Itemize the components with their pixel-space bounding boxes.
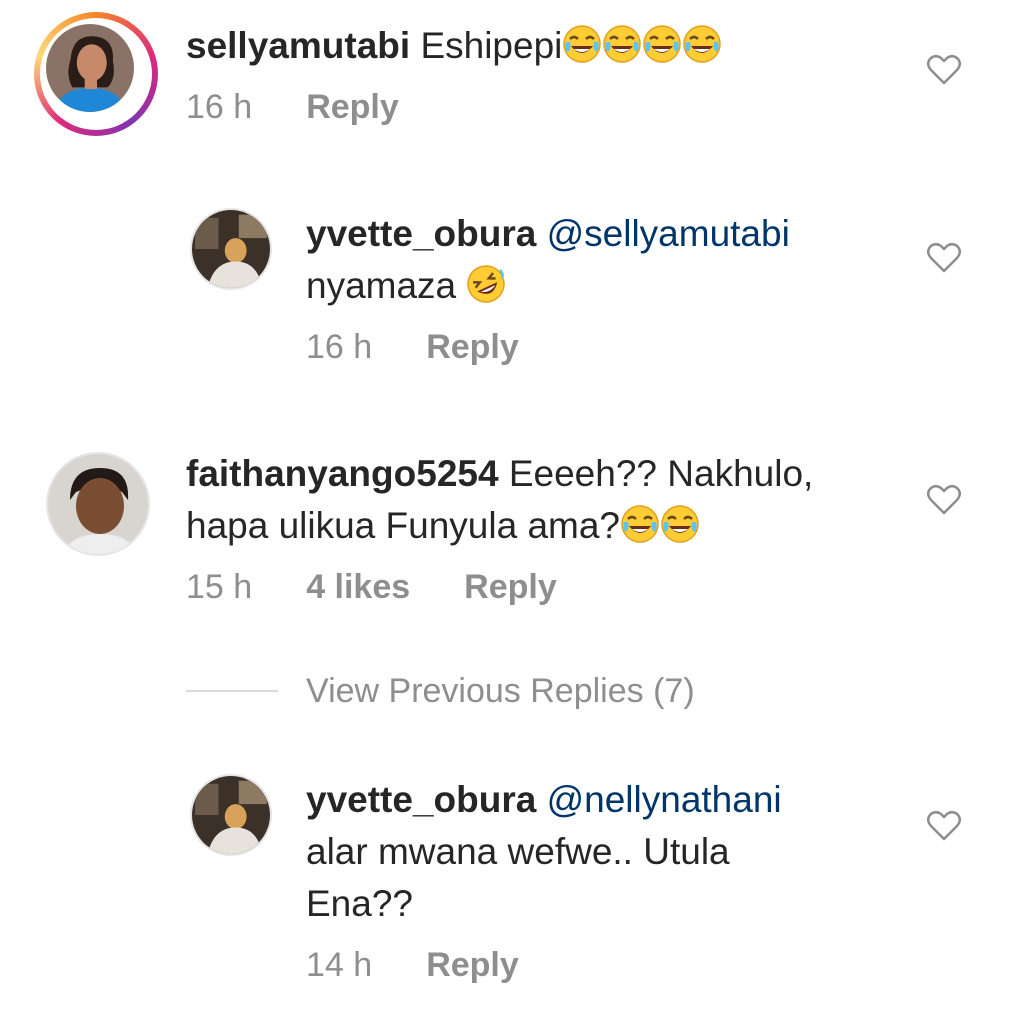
story-ring[interactable] [34,12,158,136]
comment-body: Eeeeh?? Nakhulo, [508,453,814,494]
face-with-tears-of-joy-icon [603,25,642,63]
view-previous-replies-button[interactable]: View Previous Replies (7) [306,672,695,711]
avatar[interactable] [190,774,272,856]
avatar[interactable] [46,24,134,112]
avatar[interactable] [46,452,150,556]
like-heart-icon[interactable] [926,810,962,842]
face-with-tears-of-joy-icon [661,505,699,543]
mention-link[interactable]: @nellynathani [547,779,782,820]
comment-meta: 14 h Reply [306,946,573,985]
comment-text: sellyamutabi Eshipepi [186,20,906,72]
comment-body: Eshipepi [420,25,563,66]
comment-username[interactable]: yvette_obura [306,779,536,820]
comment-text: yvette_obura @nellynathani alar mwana we… [306,774,906,930]
comment-time: 15 h [186,568,253,606]
mention-link[interactable]: @sellyamutabi [547,213,790,254]
comment-time: 16 h [186,88,253,126]
comment-meta: 16 h Reply [306,328,573,367]
comment-body: hapa ulikua Funyula ama? [186,505,621,546]
avatar[interactable] [190,208,272,290]
comment-time: 14 h [306,946,373,984]
face-with-tears-of-joy-icon [643,25,682,63]
comment-username[interactable]: sellyamutabi [186,25,410,66]
reply-button[interactable]: Reply [426,946,519,984]
rolling-on-floor-laughing-icon [467,265,506,303]
comment-time: 16 h [306,328,373,366]
comment-body: alar mwana wefwe.. Utula [306,831,730,872]
comment-username[interactable]: faithanyango5254 [186,453,499,494]
face-with-tears-of-joy-icon [621,505,659,543]
like-heart-icon[interactable] [926,242,962,274]
comment-username[interactable]: yvette_obura [306,213,536,254]
reply-button[interactable]: Reply [426,328,519,366]
comment-meta: 16 h Reply [186,88,453,127]
face-with-tears-of-joy-icon [563,25,602,63]
like-heart-icon[interactable] [926,484,962,516]
reply-button[interactable]: Reply [306,88,399,126]
comment-body: nyamaza [306,265,457,306]
like-heart-icon[interactable] [926,54,962,86]
comment-body: Ena?? [306,883,413,924]
comment-text: faithanyango5254 Eeeeh?? Nakhulo, hapa u… [186,448,906,552]
comment-meta: 15 h 4 likes Reply [186,568,611,607]
reply-button[interactable]: Reply [464,568,557,606]
comment-text: yvette_obura @sellyamutabi nyamaza [306,208,906,312]
likes-count[interactable]: 4 likes [306,568,410,606]
face-with-tears-of-joy-icon [683,25,722,63]
replies-divider [186,690,278,692]
